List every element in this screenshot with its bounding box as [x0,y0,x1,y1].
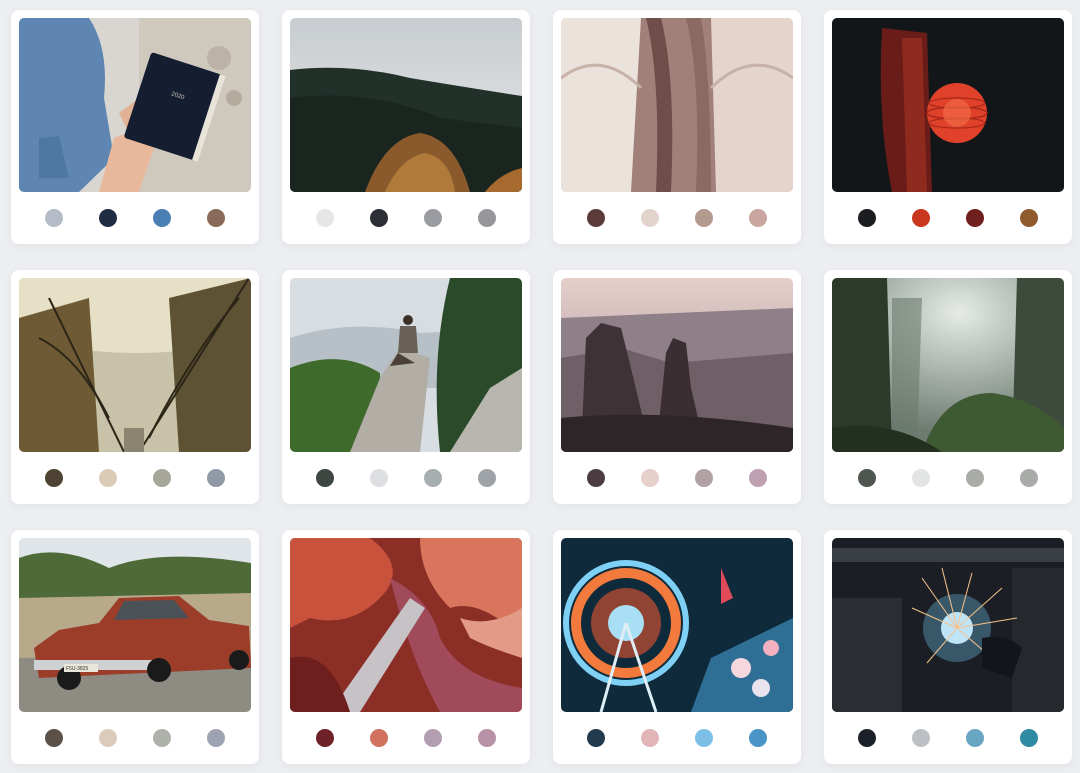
palette-card[interactable]: F5U-3825 [11,530,259,764]
color-swatch[interactable] [587,469,605,487]
color-swatch[interactable] [695,469,713,487]
color-swatch[interactable] [424,469,442,487]
color-swatch[interactable] [99,729,117,747]
swatch-row [290,204,522,232]
color-swatch[interactable] [587,209,605,227]
photo-thumbnail[interactable] [561,18,793,192]
swatch-row [561,724,793,752]
photo-thumbnail[interactable] [561,538,793,712]
color-swatch[interactable] [641,729,659,747]
color-swatch[interactable] [966,209,984,227]
swatch-row [561,464,793,492]
photo-thumbnail[interactable]: 2020 [19,18,251,192]
photo-thumbnail[interactable] [290,278,522,452]
color-swatch[interactable] [912,469,930,487]
swatch-row [19,204,251,232]
color-swatch[interactable] [858,469,876,487]
color-swatch[interactable] [478,469,496,487]
color-swatch[interactable] [316,469,334,487]
swatch-row [832,464,1064,492]
color-swatch[interactable] [99,209,117,227]
palette-card[interactable] [282,270,530,504]
color-swatch[interactable] [912,729,930,747]
photo-thumbnail[interactable] [561,278,793,452]
color-swatch[interactable] [587,729,605,747]
palette-card[interactable] [824,10,1072,244]
color-swatch[interactable] [749,469,767,487]
photo-thumbnail[interactable] [290,18,522,192]
color-swatch[interactable] [207,209,225,227]
color-swatch[interactable] [478,209,496,227]
color-swatch[interactable] [370,469,388,487]
swatch-row [290,464,522,492]
color-swatch[interactable] [641,209,659,227]
swatch-row [832,724,1064,752]
color-swatch[interactable] [153,469,171,487]
palette-card[interactable] [824,530,1072,764]
palette-grid: 2020 F5U-3825 [0,0,1080,773]
color-swatch[interactable] [695,209,713,227]
color-swatch[interactable] [966,469,984,487]
swatch-row [290,724,522,752]
color-swatch[interactable] [695,729,713,747]
color-swatch[interactable] [424,209,442,227]
swatch-row [19,724,251,752]
color-swatch[interactable] [45,209,63,227]
color-swatch[interactable] [966,729,984,747]
photo-thumbnail[interactable] [290,538,522,712]
color-swatch[interactable] [912,209,930,227]
palette-card[interactable] [282,10,530,244]
photo-thumbnail[interactable] [832,538,1064,712]
color-swatch[interactable] [858,209,876,227]
color-swatch[interactable] [478,729,496,747]
photo-thumbnail[interactable] [19,278,251,452]
palette-card[interactable]: 2020 [11,10,259,244]
swatch-row [19,464,251,492]
color-swatch[interactable] [316,209,334,227]
color-swatch[interactable] [424,729,442,747]
swatch-row [561,204,793,232]
color-swatch[interactable] [370,729,388,747]
color-swatch[interactable] [749,729,767,747]
photo-thumbnail[interactable] [832,18,1064,192]
color-swatch[interactable] [45,729,63,747]
color-swatch[interactable] [1020,209,1038,227]
color-swatch[interactable] [207,469,225,487]
palette-card[interactable] [282,530,530,764]
color-swatch[interactable] [45,469,63,487]
photo-thumbnail[interactable] [832,278,1064,452]
color-swatch[interactable] [858,729,876,747]
color-swatch[interactable] [153,729,171,747]
color-swatch[interactable] [99,469,117,487]
color-swatch[interactable] [749,209,767,227]
color-swatch[interactable] [641,469,659,487]
palette-card[interactable] [824,270,1072,504]
palette-card[interactable] [553,270,801,504]
palette-card[interactable] [553,10,801,244]
photo-thumbnail[interactable]: F5U-3825 [19,538,251,712]
color-swatch[interactable] [153,209,171,227]
swatch-row [832,204,1064,232]
color-swatch[interactable] [207,729,225,747]
palette-card[interactable] [553,530,801,764]
color-swatch[interactable] [370,209,388,227]
color-swatch[interactable] [316,729,334,747]
color-swatch[interactable] [1020,729,1038,747]
color-swatch[interactable] [1020,469,1038,487]
license-plate: F5U-3825 [66,666,88,672]
palette-card[interactable] [11,270,259,504]
